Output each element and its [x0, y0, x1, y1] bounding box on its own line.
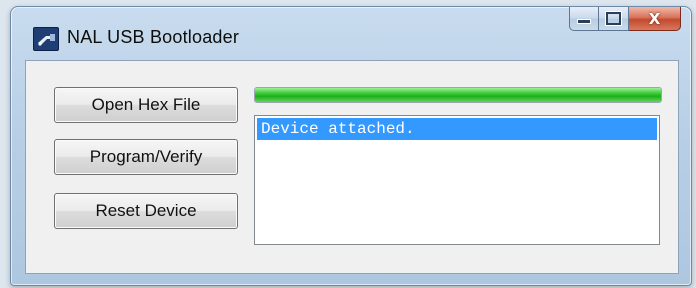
window-title: NAL USB Bootloader [67, 27, 240, 47]
usb-device-icon [33, 27, 59, 51]
close-icon: X [648, 9, 661, 28]
minimize-icon [577, 19, 591, 24]
client-area: Open Hex File Program/Verify Reset Devic… [25, 60, 679, 274]
log-list-item[interactable]: Device attached. [257, 118, 657, 140]
caption-buttons: X [569, 7, 681, 33]
program-verify-button[interactable]: Program/Verify [54, 139, 238, 175]
status-log-list[interactable]: Device attached. [254, 115, 660, 245]
close-button[interactable]: X [629, 7, 681, 31]
progress-bar [254, 87, 662, 103]
app-window: NAL USB Bootloader X Open Hex File Progr… [10, 6, 692, 286]
open-hex-file-button[interactable]: Open Hex File [54, 87, 238, 123]
maximize-button[interactable] [599, 7, 629, 31]
maximize-icon [606, 12, 621, 25]
title-bar[interactable]: NAL USB Bootloader X [11, 7, 691, 59]
minimize-button[interactable] [569, 7, 599, 31]
progress-fill [255, 88, 661, 102]
reset-device-button[interactable]: Reset Device [54, 193, 238, 229]
